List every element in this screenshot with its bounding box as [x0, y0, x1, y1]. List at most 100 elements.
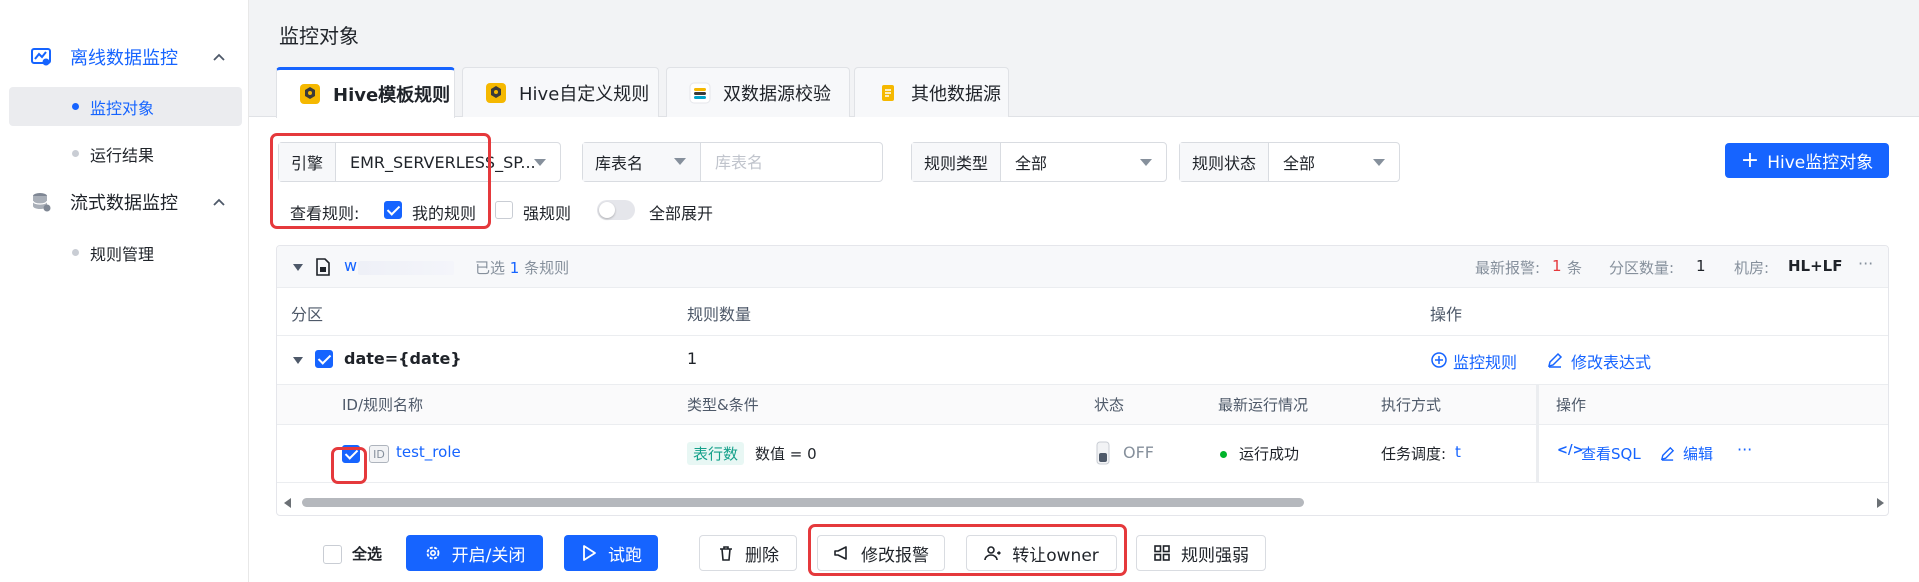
- my-rules-label: 我的规则: [412, 204, 477, 223]
- delete-button[interactable]: 删除: [699, 535, 797, 571]
- exec-mode-value[interactable]: t: [1455, 443, 1461, 461]
- redacted-table-name: [358, 261, 454, 275]
- hive-icon: [486, 82, 506, 103]
- megaphone-icon: [834, 546, 847, 560]
- partition-value: date={date}: [344, 349, 462, 368]
- tab-hive-template-rules[interactable]: Hive模板规则: [276, 67, 455, 118]
- add-hive-monitor-button[interactable]: + Hive监控对象: [1725, 143, 1889, 178]
- monitor-rule-link[interactable]: 监控规则: [1453, 349, 1517, 373]
- partition-checkbox[interactable]: [315, 350, 333, 368]
- table-name-link[interactable]: w: [344, 256, 357, 275]
- selected-summary: 已选 1 条规则: [475, 259, 570, 277]
- sidebar-item-run-results[interactable]: 运行结果: [9, 134, 242, 173]
- edit-rule-link[interactable]: 编辑: [1683, 443, 1713, 464]
- modify-alert-button[interactable]: 修改报警: [817, 535, 945, 571]
- rule-ops-col-header: 操作: [1556, 396, 1587, 414]
- database-icon: [32, 193, 51, 212]
- more-icon[interactable]: ···: [1858, 254, 1873, 273]
- table-name-filter[interactable]: 库表名: [582, 142, 883, 182]
- run-status: 运行成功: [1239, 445, 1300, 463]
- transfer-owner-button[interactable]: 转让owner: [966, 535, 1117, 571]
- caret-down-icon: [1140, 159, 1152, 166]
- tab-hive-custom-rules[interactable]: Hive自定义规则: [462, 67, 659, 117]
- scroll-right-icon[interactable]: [1876, 498, 1884, 508]
- scrollbar-thumb[interactable]: [302, 498, 1304, 507]
- nav-group-offline-monitoring[interactable]: 离线数据监控: [0, 37, 249, 77]
- sidebar-item-monitor-objects[interactable]: 监控对象: [9, 87, 242, 126]
- table-name-label: 库表名: [595, 154, 644, 173]
- chevron-up-icon[interactable]: [212, 52, 226, 62]
- expand-all-label: 全部展开: [649, 204, 714, 223]
- select-all-label: 全选: [352, 545, 383, 563]
- strong-rules-checkbox[interactable]: [495, 201, 513, 219]
- type-cond-col-header: 类型&条件: [687, 396, 759, 414]
- room-value: HL+LF: [1788, 257, 1843, 275]
- bullet-dot: [72, 249, 79, 256]
- exec-mode-label: 任务调度:: [1381, 445, 1447, 463]
- edit-expression-link[interactable]: 修改表达式: [1571, 349, 1651, 373]
- chevron-up-icon[interactable]: [212, 197, 226, 207]
- sidebar-item-label: 规则管理: [90, 244, 155, 264]
- add-hive-monitor-label: Hive监控对象: [1767, 153, 1874, 173]
- edit-icon: [1660, 446, 1675, 461]
- toggle-on-off-button[interactable]: 开启/关闭: [406, 535, 543, 571]
- horizontal-scrollbar[interactable]: [282, 496, 1886, 510]
- success-dot: [1220, 451, 1227, 458]
- select-all-checkbox[interactable]: [323, 545, 342, 564]
- partition-header-row: 分区 规则数量 操作: [277, 288, 1888, 336]
- rule-condition: 数值 = 0: [755, 445, 817, 463]
- rule-checkbox[interactable]: [342, 445, 360, 463]
- engine-label: 引擎: [279, 143, 337, 181]
- sidebar: 离线数据监控 监控对象 运行结果 流式数据监控 规则管理: [0, 0, 249, 582]
- latest-alert-label: 最新报警:: [1475, 259, 1541, 277]
- partition-count-label: 分区数量:: [1609, 259, 1675, 277]
- tab-label: Hive模板规则: [333, 85, 451, 106]
- rule-name-link[interactable]: test_role: [396, 443, 461, 461]
- rule-status-label: 规则状态: [1180, 143, 1270, 181]
- table-name-filter-select[interactable]: 库表名: [583, 143, 701, 181]
- trash-icon: [720, 546, 732, 561]
- partition-col-header: 分区: [291, 305, 324, 324]
- caret-down-icon: [1373, 159, 1385, 166]
- partition-row: date={date} 1 监控规则 修改表达式: [277, 336, 1888, 385]
- rule-strength-button[interactable]: 规则强弱: [1136, 535, 1266, 571]
- status-switch-icon[interactable]: [1096, 441, 1110, 465]
- rule-type-select[interactable]: 规则类型 全部: [911, 142, 1167, 182]
- expand-all-toggle[interactable]: [597, 200, 635, 220]
- selected-count: 1: [509, 259, 520, 277]
- grid-icon: [1154, 545, 1170, 561]
- rule-status-select[interactable]: 规则状态 全部: [1179, 142, 1400, 182]
- plus-icon: +: [1740, 147, 1760, 173]
- modify-alert-label: 修改报警: [861, 545, 929, 566]
- chart-monitor-icon: [31, 48, 51, 66]
- trial-run-button[interactable]: 试跑: [564, 535, 658, 571]
- exec-mode-col-header: 执行方式: [1381, 396, 1442, 414]
- table-file-icon: [316, 258, 330, 276]
- engine-select[interactable]: 引擎 EMR_SERVERLESS_SP...: [278, 142, 561, 182]
- nav-group-label: 离线数据监控: [70, 48, 178, 69]
- code-icon: </>: [1557, 443, 1584, 458]
- table-card-header: w 已选 1 条规则 最新报警: 1 条 分区数量: 1 机房: HL+LF ·…: [277, 246, 1888, 288]
- bullet-dot: [72, 103, 79, 110]
- table-name-input[interactable]: [701, 152, 861, 172]
- nav-group-streaming-monitoring[interactable]: 流式数据监控: [0, 182, 249, 222]
- sidebar-item-rule-management[interactable]: 规则管理: [9, 233, 242, 272]
- collapse-caret-icon[interactable]: [293, 264, 303, 271]
- column-divider: [1536, 385, 1539, 425]
- rule-type-value: 全部: [1015, 154, 1048, 173]
- rule-more-icon[interactable]: ···: [1737, 440, 1752, 459]
- status-off-text: OFF: [1123, 443, 1154, 462]
- tab-other-sources[interactable]: 其他数据源: [854, 67, 1009, 117]
- sidebar-item-label: 监控对象: [90, 98, 155, 118]
- collapse-caret-icon[interactable]: [293, 357, 303, 364]
- scroll-left-icon[interactable]: [284, 498, 292, 508]
- tab-label: 双数据源校验: [723, 83, 831, 105]
- hive-icon: [300, 84, 320, 104]
- column-divider: [1536, 425, 1539, 483]
- rule-row: ID test_role 表行数 数值 = 0 OFF 运行成功 任务调度: t…: [277, 425, 1888, 483]
- my-rules-checkbox[interactable]: [384, 201, 402, 219]
- view-sql-link[interactable]: 查看SQL: [1581, 443, 1641, 464]
- rule-header-row: ID/规则名称 类型&条件 状态 最新运行情况 执行方式 操作: [277, 385, 1888, 425]
- rule-type-tag: 表行数: [687, 442, 745, 465]
- tab-dual-source-check[interactable]: 双数据源校验: [666, 67, 850, 117]
